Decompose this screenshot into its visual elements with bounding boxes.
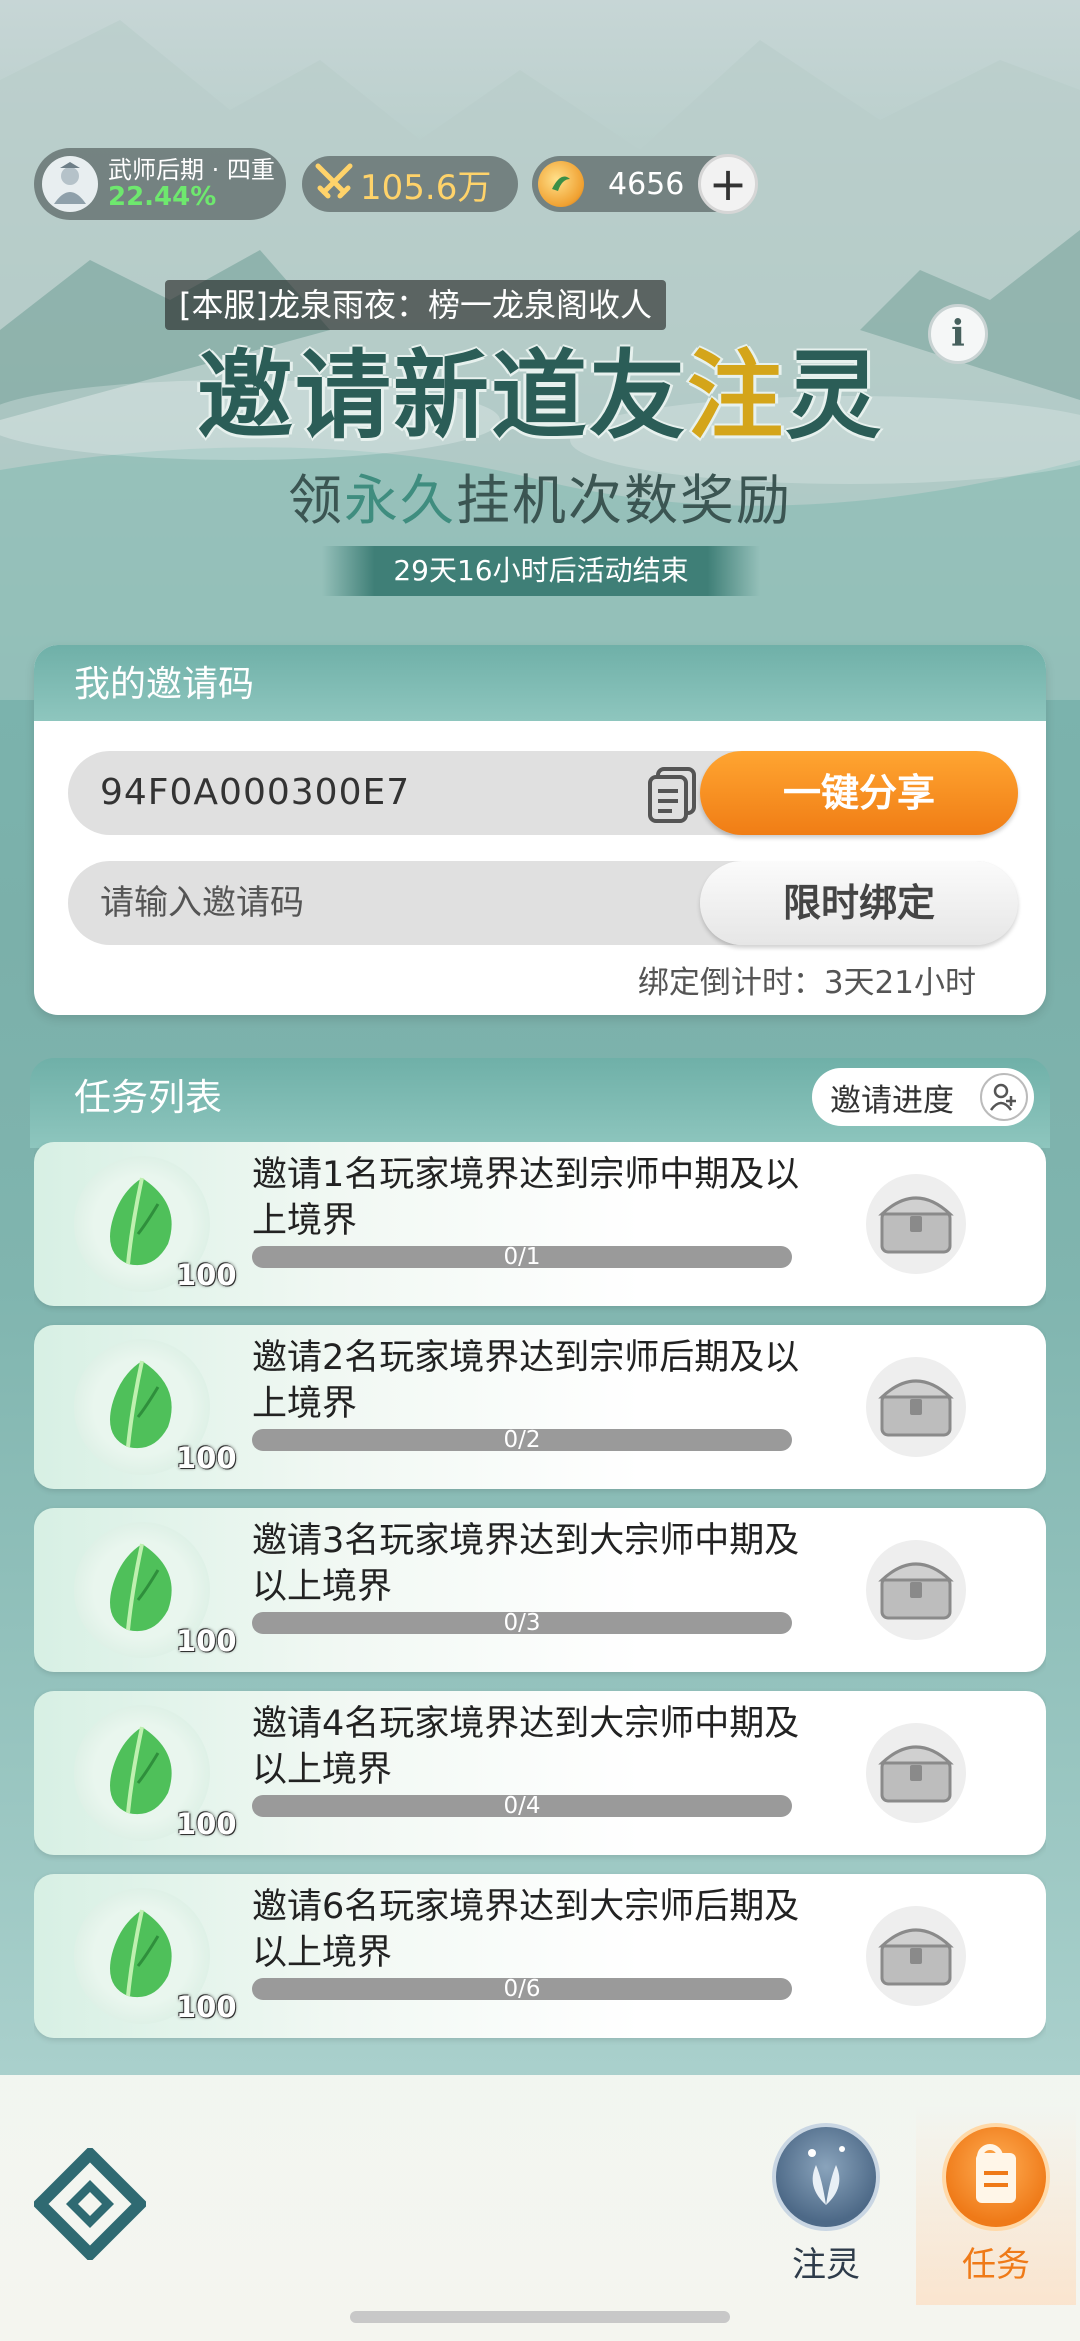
- reward-count: 100: [176, 1990, 237, 2024]
- event-subtitle-start: 领: [288, 469, 344, 532]
- reward-count: 100: [176, 1441, 237, 1475]
- copy-icon[interactable]: [644, 765, 702, 823]
- bind-code-row: 限时绑定: [68, 861, 1018, 945]
- realm-name: 武师后期 · 四重: [108, 155, 275, 184]
- reward-item[interactable]: 100: [74, 1156, 237, 1292]
- task-progress-bar: 0/2: [252, 1427, 792, 1453]
- tab-task-label: 任务: [962, 2245, 1030, 2285]
- event-subtitle: 领永久挂机次数奖励: [150, 456, 930, 535]
- treasure-chest-icon[interactable]: [864, 1721, 968, 1825]
- spirit-leaf-icon: [772, 2123, 880, 2231]
- jade-leaf-icon: [110, 1909, 172, 1998]
- spirit-coin-icon: [538, 161, 584, 207]
- reward-count: 100: [176, 1258, 237, 1292]
- task-description: 邀请1名玩家境界达到宗师中期及以上境界: [252, 1155, 800, 1241]
- task-item: 100 邀请1名玩家境界达到宗师中期及以上境界 0/1: [34, 1142, 1046, 1306]
- currency-value: 4656: [608, 166, 685, 202]
- reward-item[interactable]: 100: [74, 1888, 237, 2024]
- top-status-bar: 武师后期 · 四重 22.44% 105.6万 4656 +: [34, 148, 758, 220]
- jade-leaf-icon: [110, 1177, 172, 1266]
- crossed-swords-icon: [314, 162, 354, 206]
- reward-count: 100: [176, 1807, 237, 1841]
- jade-leaf-icon: [110, 1360, 172, 1449]
- reward-item[interactable]: 100: [74, 1339, 237, 1475]
- task-description: 邀请6名玩家境界达到大宗师后期及以上境界: [252, 1887, 800, 1973]
- reward-count: 100: [176, 1624, 237, 1658]
- treasure-chest-icon[interactable]: [864, 1904, 968, 2008]
- treasure-chest-icon[interactable]: [864, 1355, 968, 1459]
- invite-code-card: 我的邀请码 94F0A000300E7 一键分享 限时绑定 绑定倒计时：3天21…: [34, 645, 1046, 1015]
- tab-task[interactable]: 任务: [916, 2105, 1076, 2305]
- task-item: 100 邀请4名玩家境界达到大宗师中期及以上境界 0/4: [34, 1691, 1046, 1855]
- character-avatar-icon: [42, 156, 98, 212]
- reward-item[interactable]: 100: [74, 1705, 237, 1841]
- task-progress-text: 0/1: [503, 1244, 541, 1270]
- combat-power: 105.6万: [302, 156, 518, 212]
- task-progress-text: 0/2: [503, 1427, 541, 1453]
- invite-card-header: 我的邀请码: [34, 645, 1046, 721]
- task-item: 100 邀请3名玩家境界达到大宗师中期及以上境界 0/3: [34, 1508, 1046, 1672]
- event-title-highlight: 注: [687, 340, 785, 452]
- task-description: 邀请3名玩家境界达到大宗师中期及以上境界: [252, 1521, 800, 1607]
- invite-progress-label: 邀请进度: [830, 1082, 954, 1119]
- task-progress-text: 0/4: [503, 1793, 541, 1819]
- bottom-navigation: 注灵 任务: [0, 2075, 1080, 2341]
- invite-progress-button[interactable]: 邀请进度: [812, 1068, 1034, 1126]
- task-progress-bar: 0/6: [252, 1976, 792, 2002]
- event-title: 邀请新道友注灵: [150, 318, 930, 457]
- bind-button[interactable]: 限时绑定: [700, 861, 1018, 945]
- jade-leaf-icon: [110, 1726, 172, 1815]
- task-item: 100 邀请6名玩家境界达到大宗师后期及以上境界 0/6: [34, 1874, 1046, 2038]
- currency-counter: 4656 +: [532, 154, 758, 214]
- task-description: 邀请2名玩家境界达到宗师后期及以上境界: [252, 1338, 800, 1424]
- event-countdown: 29天16小时后活动结束: [322, 546, 760, 596]
- add-user-icon: [980, 1073, 1028, 1121]
- event-subtitle-highlight: 永久: [344, 469, 456, 532]
- task-progress-text: 0/6: [503, 1976, 541, 2002]
- task-progress-text: 0/3: [503, 1610, 541, 1636]
- task-progress-bar: 0/3: [252, 1610, 792, 1636]
- home-indicator[interactable]: [350, 2311, 730, 2323]
- task-item: 100 邀请2名玩家境界达到宗师后期及以上境界 0/2: [34, 1325, 1046, 1489]
- task-list-header: 任务列表 邀请进度: [30, 1058, 1050, 1148]
- realm-percent: 22.44%: [108, 181, 217, 212]
- scroll-icon: [942, 2123, 1050, 2231]
- treasure-chest-icon[interactable]: [864, 1538, 968, 1642]
- share-button[interactable]: 一键分享: [700, 751, 1018, 835]
- my-code-row: 94F0A000300E7 一键分享: [68, 751, 1018, 835]
- task-list-title: 任务列表: [74, 1076, 222, 1119]
- event-title-main: 邀请新道友: [197, 340, 687, 452]
- tab-zhuling-label: 注灵: [792, 2245, 860, 2285]
- invite-code-input[interactable]: [100, 861, 660, 945]
- combat-power-value: 105.6万: [360, 167, 492, 208]
- game-logo-icon[interactable]: [31, 2145, 149, 2263]
- realm-badge[interactable]: 武师后期 · 四重 22.44%: [34, 148, 286, 220]
- bind-countdown: 绑定倒计时：3天21小时: [637, 965, 976, 1001]
- add-currency-button[interactable]: +: [698, 154, 758, 214]
- info-button[interactable]: i: [928, 304, 988, 364]
- tab-zhuling[interactable]: 注灵: [756, 2123, 896, 2293]
- task-progress-bar: 0/4: [252, 1793, 792, 1819]
- task-list: 100 邀请1名玩家境界达到宗师中期及以上境界 0/1 100 邀请2名玩家境界…: [34, 1142, 1046, 2062]
- reward-item[interactable]: 100: [74, 1522, 237, 1658]
- my-invite-code: 94F0A000300E7: [100, 772, 411, 813]
- task-progress-bar: 0/1: [252, 1244, 792, 1270]
- task-description: 邀请4名玩家境界达到大宗师中期及以上境界: [252, 1704, 800, 1790]
- treasure-chest-icon[interactable]: [864, 1172, 968, 1276]
- event-subtitle-end: 挂机次数奖励: [456, 469, 792, 532]
- event-title-end: 灵: [785, 340, 883, 452]
- jade-leaf-icon: [110, 1543, 172, 1632]
